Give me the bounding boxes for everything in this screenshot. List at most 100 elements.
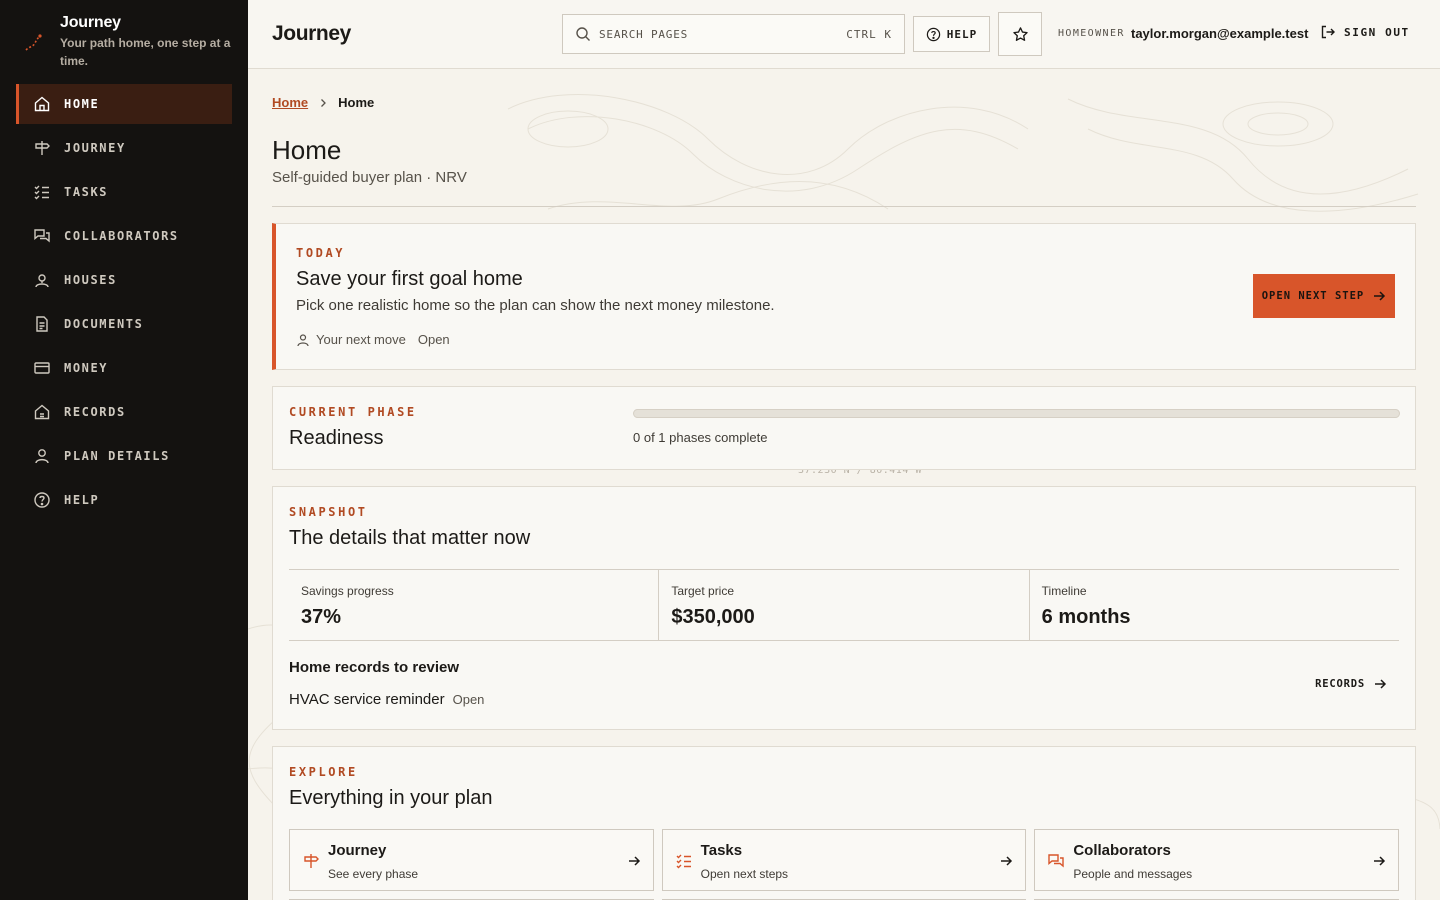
phase-count: 0 of 1 phases complete [633,430,768,445]
sidebar-item-home[interactable]: HOME [16,84,232,124]
sidebar-item-collaborators[interactable]: COLLABORATORS [16,216,232,256]
explore-tile-collaborators[interactable]: Collaborators People and messages [1034,829,1400,891]
metric-label: Savings progress [301,584,394,598]
sidebar-item-houses[interactable]: HOUSES [16,260,232,300]
breadcrumb-home-link[interactable]: Home [272,95,308,110]
snapshot-eyebrow: SNAPSHOT [289,505,368,519]
sidebar-item-label: HELP [64,493,100,507]
document-icon [36,316,48,332]
today-owner: Your next move [316,332,406,347]
today-title: Save your first goal home [296,268,523,290]
brand[interactable]: Journey Your path home, one step at a ti… [0,0,248,74]
chat-icon [34,229,50,243]
metric-label: Timeline [1041,584,1087,598]
sidebar-item-help[interactable]: HELP [16,480,232,520]
app-name: Journey [272,22,351,45]
tile-title: Tasks [700,842,743,859]
favorite-button[interactable] [998,12,1042,56]
today-description: Pick one realistic home so the plan can … [296,297,775,314]
person-icon [35,449,49,464]
today-card: TODAY Save your first goal home Pick one… [272,223,1416,370]
sidebar-item-label: MONEY [64,361,109,375]
topbar: Journey CTRL K HELP HOMEOWNER taylor.mor… [248,0,1440,69]
phase-name: Readiness [289,427,384,449]
user-role: HOMEOWNER [1058,28,1125,39]
records-item-title: HVAC service reminder [289,691,445,708]
breadcrumb-current: Home [338,95,375,110]
divider [272,206,1416,207]
arrow-right-icon [628,856,640,866]
metric-label: Target price [671,584,735,598]
help-button-label: HELP [946,27,978,41]
brand-tagline: Your path home, one step at a time. [60,36,231,68]
tile-subtitle: See every phase [328,867,419,881]
phase-progress-bar [633,409,1400,418]
search-icon [576,27,590,41]
sidebar-item-label: RECORDS [64,405,126,419]
today-status: Open [417,332,450,347]
records-link-label: RECORDS [1315,678,1365,690]
explore-eyebrow: EXPLORE [289,765,358,779]
page-title: Home [272,135,342,165]
sidebar-item-money[interactable]: MONEY [16,348,232,388]
phase-eyebrow: CURRENT PHASE [289,405,417,419]
map-pin-icon [35,274,49,288]
sign-out-icon [1321,25,1335,39]
sidebar-item-plan-details[interactable]: PLAN DETAILS [16,436,232,476]
person-icon [297,333,309,346]
metric-value: 6 months [1041,606,1131,628]
signpost-icon [304,854,319,868]
metric-savings-progress: Savings progress 37% [289,570,660,640]
metric-value: $350,000 [671,606,755,628]
today-meta: Your next move Open [296,332,450,347]
snapshot-title: The details that matter now [289,527,531,549]
sign-out-button[interactable]: SIGN OUT [1320,24,1410,40]
checklist-icon [34,185,49,200]
page-subtitle: Self-guided buyer plan · NRV [272,169,467,186]
metric-value: 37% [301,606,342,628]
search-box[interactable]: CTRL K [562,14,905,54]
chevron-right-icon [321,98,327,107]
signpost-icon [35,141,50,155]
explore-tile-tasks[interactable]: Tasks Open next steps [661,829,1027,891]
metric-target-price: Target price $350,000 [659,570,1030,640]
sidebar-item-label: PLAN DETAILS [64,449,170,463]
house-records-icon [34,404,50,420]
explore-tiles: Journey See every phase Tasks Open next … [289,829,1400,891]
user-email: taylor.morgan@example.test [1131,26,1309,41]
sidebar-nav: HOME JOURNEY TASKS COLLABORATORS HOUSES … [0,84,248,520]
chat-icon [1048,854,1065,868]
sidebar: Journey Your path home, one step at a ti… [0,0,248,900]
sidebar-item-documents[interactable]: DOCUMENTS [16,304,232,344]
tile-title: Collaborators [1073,842,1171,859]
sidebar-item-journey[interactable]: JOURNEY [16,128,232,168]
open-next-step-button[interactable]: OPEN NEXT STEP [1253,274,1395,318]
sidebar-item-records[interactable]: RECORDS [16,392,232,432]
arrow-right-icon [1374,856,1386,866]
sidebar-item-label: COLLABORATORS [64,229,179,243]
search-shortcut: CTRL K [846,27,892,41]
tile-subtitle: Open next steps [700,867,789,881]
today-eyebrow: TODAY [296,246,346,260]
checklist-icon [676,854,691,869]
tile-subtitle: People and messages [1073,867,1193,881]
metrics-row: Savings progress 37% Target price $350,0… [289,569,1399,641]
arrow-right-icon [1001,856,1013,866]
records-item[interactable]: HVAC service reminder Open [289,691,484,708]
breadcrumb: Home Home [272,95,374,110]
records-link-button[interactable]: RECORDS [1315,677,1387,691]
explore-title: Everything in your plan [289,787,493,809]
path-logo-icon [25,34,42,51]
credit-card-icon [34,362,50,374]
sidebar-item-label: TASKS [64,185,109,199]
help-icon [926,27,940,41]
search-input[interactable] [599,27,847,41]
snapshot-card: SNAPSHOT The details that matter now Sav… [272,486,1416,730]
tile-title: Journey [328,842,387,859]
sidebar-item-tasks[interactable]: TASKS [16,172,232,212]
help-button[interactable]: HELP [913,16,990,52]
current-phase-card: CURRENT PHASE Readiness 0 of 1 phases co… [272,386,1416,470]
records-item-status: Open [452,692,485,707]
explore-tile-journey[interactable]: Journey See every phase [289,829,654,891]
home-icon [34,96,50,112]
